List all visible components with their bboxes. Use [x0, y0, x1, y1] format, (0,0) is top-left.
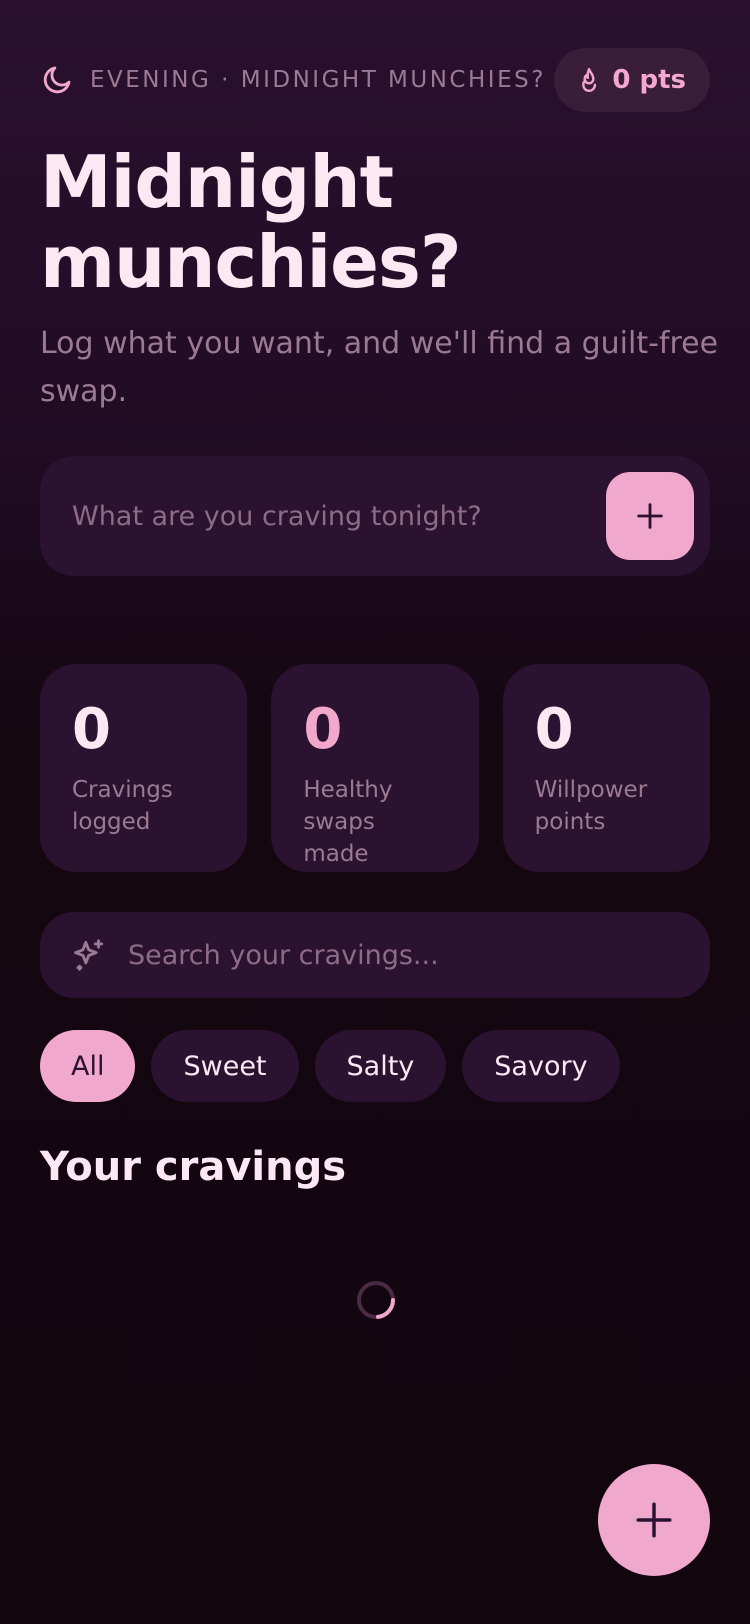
plus-icon [636, 1502, 672, 1538]
points-value: 0 pts [612, 65, 686, 95]
stat-label: Willpower points [534, 777, 648, 835]
filter-chip-sweet[interactable]: Sweet [151, 1030, 299, 1102]
stat-value: 0 [534, 697, 574, 762]
craving-input-card [40, 456, 710, 576]
cravings-section-title: Your cravings [40, 1144, 347, 1190]
search-bar [40, 912, 710, 998]
stat-card-swaps: 0 Healthy swaps made [271, 664, 479, 872]
top-bar: EVENING · MIDNIGHT MUNCHIES? 0 pts [40, 48, 710, 112]
filter-chip-savory[interactable]: Savory [462, 1030, 620, 1102]
stat-value: 0 [303, 697, 343, 762]
add-craving-button[interactable] [606, 472, 694, 560]
stat-label: Cravings logged [72, 777, 173, 835]
moon-icon [40, 63, 74, 97]
flame-icon [576, 67, 602, 93]
stats-row: 0 Cravings logged 0 Healthy swaps made 0… [40, 664, 710, 872]
greeting-label: EVENING · MIDNIGHT MUNCHIES? [90, 67, 546, 93]
stat-value: 0 [72, 697, 111, 762]
page-title-line1: Midnight [40, 140, 394, 224]
plus-icon [637, 503, 663, 529]
stat-card-willpower: 0 Willpower points [502, 664, 710, 872]
loading-spinner [356, 1280, 396, 1320]
page-title: Midnight munchies? [40, 142, 720, 302]
stat-label: Healthy swaps made [303, 777, 393, 867]
filter-chip-salty[interactable]: Salty [314, 1030, 447, 1102]
filter-chip-all[interactable]: All [40, 1030, 136, 1102]
stat-card-cravings: 0 Cravings logged [40, 664, 248, 872]
filter-chips: All Sweet Salty Savory [40, 1030, 620, 1102]
app-screen: EVENING · MIDNIGHT MUNCHIES? 0 pts Midni… [0, 0, 750, 1624]
search-input[interactable] [128, 939, 710, 971]
points-badge[interactable]: 0 pts [554, 48, 710, 112]
sparkle-icon [70, 936, 108, 974]
page-subtitle: Log what you want, and we'll find a guil… [40, 326, 719, 409]
page-title-line2: munchies? [40, 220, 462, 304]
add-craving-fab[interactable] [598, 1464, 710, 1576]
craving-input[interactable] [72, 500, 606, 532]
greeting: EVENING · MIDNIGHT MUNCHIES? [40, 63, 546, 97]
